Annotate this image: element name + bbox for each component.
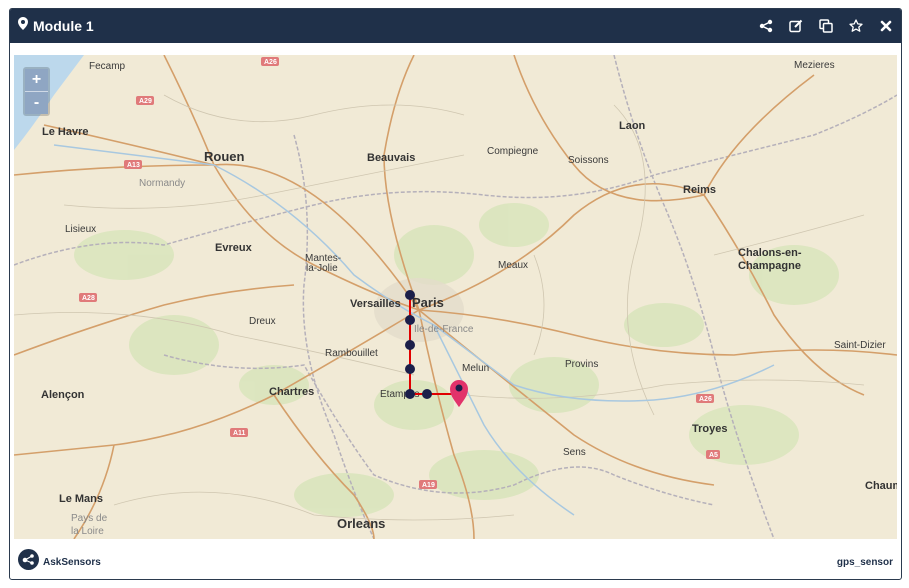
city-label: Le Havre bbox=[42, 126, 88, 138]
panel-title: Module 1 bbox=[33, 18, 94, 34]
city-label: Beauvais bbox=[367, 152, 415, 164]
title-wrap: Module 1 bbox=[18, 9, 94, 43]
svg-text:A29: A29 bbox=[139, 98, 152, 105]
sensor-name: gps_sensor bbox=[836, 557, 893, 568]
svg-text:A26: A26 bbox=[699, 396, 712, 403]
city-label: Reims bbox=[683, 184, 716, 196]
svg-text:A11: A11 bbox=[233, 430, 246, 437]
svg-text:A13: A13 bbox=[127, 162, 140, 169]
city-label: Versailles bbox=[350, 298, 401, 310]
city-label: Sens bbox=[563, 447, 586, 458]
track-point bbox=[405, 364, 415, 374]
city-label: Troyes bbox=[692, 423, 727, 435]
city-label: Alençon bbox=[41, 389, 85, 401]
city-label: Chaum bbox=[865, 480, 897, 492]
zoom-in-button[interactable]: + bbox=[25, 69, 48, 92]
city-label: Le Mans bbox=[59, 493, 103, 505]
city-label: Mezieres bbox=[794, 60, 835, 71]
brand-name: AskSensors bbox=[43, 556, 101, 568]
city-label: Orleans bbox=[337, 516, 385, 531]
copy-icon[interactable] bbox=[817, 17, 835, 35]
city-label: la-Jolie bbox=[306, 263, 338, 274]
track-point bbox=[405, 290, 415, 300]
city-label: Chartres bbox=[269, 386, 314, 398]
zoom-out-button[interactable]: - bbox=[25, 92, 48, 114]
star-icon[interactable] bbox=[847, 17, 865, 35]
map-canvas[interactable]: A26 A29 A13 A28 A11 A19 A26 A5 Fecamp Me… bbox=[14, 55, 897, 539]
edit-icon[interactable] bbox=[787, 17, 805, 35]
city-label: Saint-Dizier bbox=[834, 340, 886, 351]
close-icon[interactable] bbox=[877, 17, 895, 35]
city-label: Soissons bbox=[568, 155, 609, 166]
module-panel: Module 1 A26 A29 A13 A28 A11 A19 A26 A5 … bbox=[9, 8, 902, 580]
city-label: Melun bbox=[462, 363, 489, 374]
map-marker-icon bbox=[18, 17, 28, 35]
city-label: Paris bbox=[412, 295, 444, 310]
header-actions bbox=[757, 9, 895, 43]
region-label: Normandy bbox=[139, 178, 185, 189]
panel-footer: AskSensors gps_sensor bbox=[10, 543, 901, 579]
region-label: Ile-de-France bbox=[414, 324, 474, 335]
map-view[interactable]: A26 A29 A13 A28 A11 A19 A26 A5 Fecamp Me… bbox=[14, 55, 897, 539]
share-icon[interactable] bbox=[757, 17, 775, 35]
city-label: Champagne bbox=[738, 260, 801, 272]
city-label: Rambouillet bbox=[325, 348, 378, 359]
asksensors-logo-icon bbox=[18, 549, 39, 575]
svg-text:A5: A5 bbox=[709, 452, 718, 459]
svg-text:A19: A19 bbox=[422, 482, 435, 489]
region-label: Pays de bbox=[71, 513, 108, 524]
city-label: Evreux bbox=[215, 242, 253, 254]
svg-text:A26: A26 bbox=[264, 59, 277, 66]
zoom-control: + - bbox=[23, 67, 50, 116]
svg-text:A28: A28 bbox=[82, 295, 95, 302]
track-point bbox=[405, 315, 415, 325]
track-point bbox=[405, 389, 415, 399]
track-point bbox=[405, 340, 415, 350]
city-label: Chalons-en- bbox=[738, 247, 802, 259]
panel-header: Module 1 bbox=[10, 9, 901, 43]
city-label: Fecamp bbox=[89, 61, 126, 72]
city-label: Compiegne bbox=[487, 146, 539, 157]
track-point bbox=[422, 389, 432, 399]
city-label: Dreux bbox=[249, 316, 276, 327]
city-label: Provins bbox=[565, 359, 598, 370]
brand[interactable]: AskSensors bbox=[18, 549, 101, 575]
city-label: Lisieux bbox=[65, 224, 96, 235]
forest-areas bbox=[74, 203, 839, 517]
region-label: la Loire bbox=[71, 526, 104, 537]
city-label: Laon bbox=[619, 120, 646, 132]
city-label: Meaux bbox=[498, 260, 528, 271]
city-label: Rouen bbox=[204, 149, 245, 164]
